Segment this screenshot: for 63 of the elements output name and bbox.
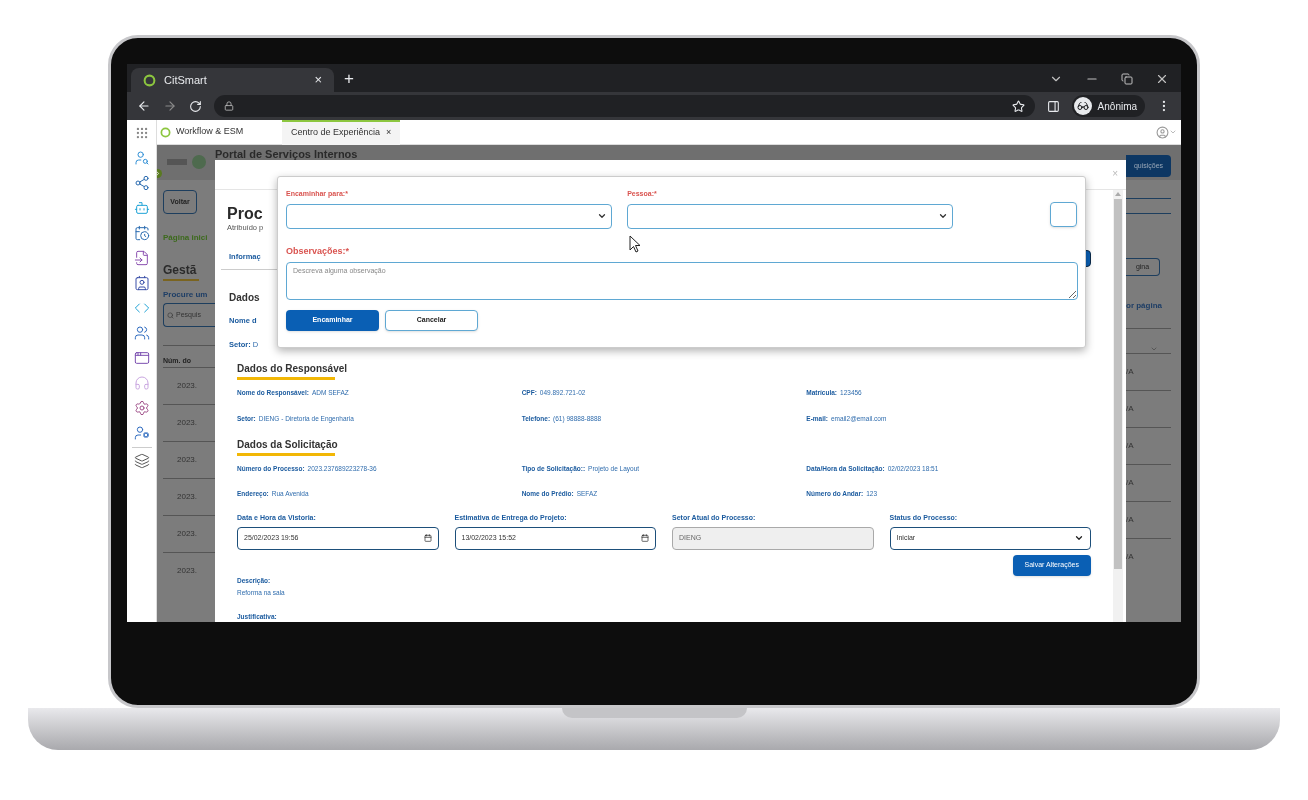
- portal-title: Portal de Serviços Internos: [215, 148, 358, 160]
- person-select[interactable]: [627, 203, 954, 229]
- file-transfer-icon[interactable]: [133, 250, 150, 266]
- search-icon: [167, 311, 174, 319]
- back-icon[interactable]: [137, 99, 151, 113]
- robot-icon[interactable]: [133, 200, 150, 216]
- forward-icon[interactable]: [162, 99, 177, 113]
- contact-card-icon[interactable]: [133, 275, 150, 291]
- app-launcher-icon[interactable]: [134, 125, 149, 140]
- side-panel-icon[interactable]: [1046, 99, 1060, 113]
- browser-tab[interactable]: CitSmart ×: [131, 68, 334, 92]
- section-heading: Dados da Solicitação: [237, 437, 339, 452]
- section-heading: Dados do Responsável: [237, 362, 349, 376]
- logo-icon: [143, 73, 156, 87]
- logo-icon: [160, 126, 171, 138]
- user-avatar-icon[interactable]: [1156, 125, 1169, 139]
- restore-icon[interactable]: [1121, 73, 1133, 85]
- calendar-icon: [423, 534, 432, 542]
- table-cell: /A: [1126, 514, 1134, 526]
- table-cell: 2023.: [177, 416, 198, 429]
- user-gear-icon[interactable]: [133, 425, 150, 441]
- forward-to-select[interactable]: [286, 203, 612, 229]
- product-name: Workflow & ESM: [176, 125, 245, 139]
- chevron-down-icon: [938, 211, 949, 221]
- reload-icon[interactable]: [188, 99, 202, 113]
- table-cell: /A: [1126, 477, 1134, 489]
- table-cell: /A: [1126, 403, 1134, 415]
- table-cell: 2023.: [177, 379, 198, 392]
- browser-window-icon[interactable]: [133, 350, 150, 366]
- per-page-label: or página: [1126, 300, 1163, 312]
- search-label: Procure um: [163, 289, 209, 301]
- table-cell: /A: [1126, 366, 1134, 378]
- gear-icon[interactable]: [133, 400, 150, 416]
- chevron-down-icon: [1074, 533, 1084, 543]
- process-title: Proc: [227, 206, 264, 222]
- page-heading: Gestã: [163, 262, 198, 279]
- chevron-down-icon: [597, 211, 607, 221]
- app-tab[interactable]: Centro de Experiência ×: [282, 119, 401, 145]
- square-button[interactable]: [1050, 202, 1077, 227]
- lock-icon: [223, 101, 234, 111]
- close-icon[interactable]: [1155, 72, 1169, 86]
- new-tab-button[interactable]: +: [344, 69, 354, 89]
- calendar-icon: [641, 534, 649, 542]
- emblem-icon: [167, 154, 207, 170]
- calendar-clock-icon[interactable]: [133, 225, 150, 241]
- table-cell: 2023.: [177, 527, 198, 540]
- table-cell: 2023.: [177, 564, 198, 577]
- layers-icon[interactable]: [133, 453, 150, 469]
- table-cell: /A: [1126, 440, 1134, 452]
- user-search-icon[interactable]: [133, 150, 150, 166]
- field-label: Observações:*: [286, 244, 351, 258]
- incognito-icon: [1076, 100, 1089, 112]
- network-icon[interactable]: [133, 175, 150, 191]
- section-heading: Dados: [229, 290, 261, 305]
- mouse-cursor-icon: [629, 235, 641, 253]
- profile-button[interactable]: Anônima: [1071, 95, 1146, 117]
- table-cell: /A: [1126, 551, 1134, 563]
- users-icon[interactable]: [133, 325, 150, 341]
- close-tab-button[interactable]: ×: [386, 126, 392, 140]
- table-cell: 2023.: [177, 453, 198, 466]
- table-cell: 2023.: [177, 490, 198, 503]
- close-tab-button[interactable]: ×: [314, 70, 322, 90]
- bookmark-star-icon[interactable]: [1011, 99, 1025, 113]
